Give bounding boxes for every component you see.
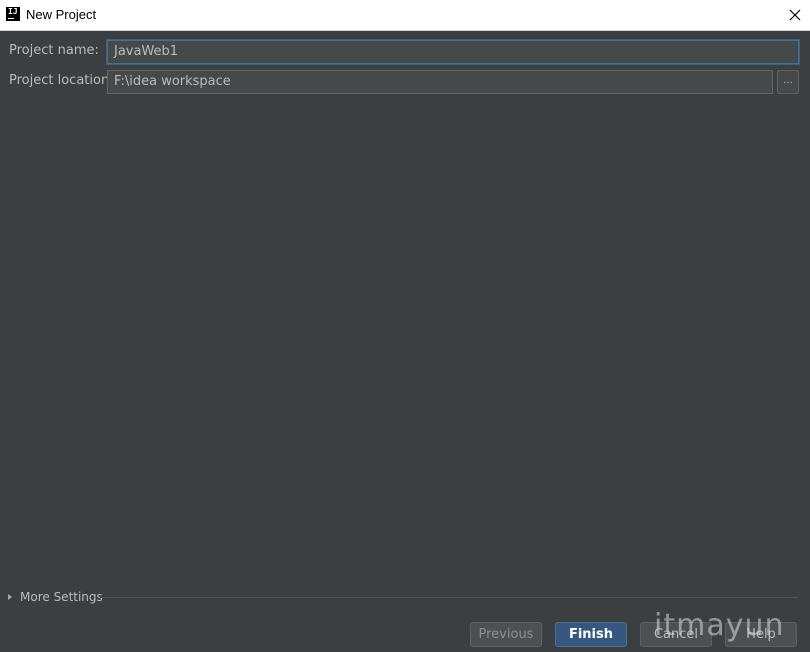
expand-triangle-icon [8, 594, 12, 600]
more-settings-divider [100, 597, 798, 598]
project-name-label: Project name: [9, 43, 99, 58]
window-title: New Project [26, 7, 97, 22]
project-name-field[interactable]: JavaWeb1 [107, 40, 799, 64]
previous-button[interactable]: Previous [470, 622, 542, 647]
finish-button[interactable]: Finish [555, 622, 627, 647]
more-settings-label: More Settings [20, 590, 103, 604]
help-button[interactable]: Help [725, 622, 797, 647]
title-bar: IJ New Project [0, 0, 810, 31]
project-location-label: Project location: [9, 73, 114, 88]
browse-button[interactable]: ... [777, 70, 799, 94]
project-location-field[interactable]: F:\idea workspace [107, 70, 773, 94]
close-icon [789, 9, 801, 21]
more-settings-toggle[interactable]: More Settings [8, 590, 103, 604]
cancel-button[interactable]: Cancel [640, 622, 712, 647]
close-button[interactable] [780, 0, 810, 30]
intellij-logo-icon: IJ [6, 7, 20, 21]
